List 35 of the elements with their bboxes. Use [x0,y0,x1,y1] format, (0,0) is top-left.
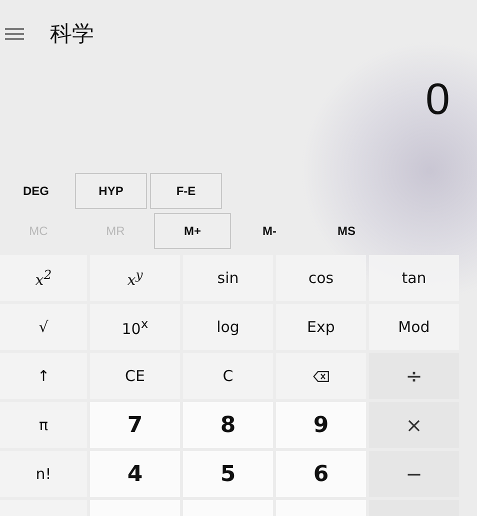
display-value: 0 [426,75,450,125]
calculator-key[interactable]: × [369,402,459,448]
memory-button[interactable]: MS [308,213,385,249]
calculator-key[interactable]: 8 [183,402,273,448]
memory-button[interactable]: M+ [154,213,231,249]
calculator-key[interactable]: ↑ [0,353,87,399]
mode-button[interactable]: HYP [75,173,147,209]
mode-title: 科学 [50,21,94,49]
calculator-key[interactable]: 5 [183,451,273,497]
calculator-key[interactable]: tan [369,255,459,301]
mode-button[interactable]: F-E [150,173,222,209]
calculator-key[interactable]: log [183,304,273,350]
calculator-key[interactable]: 10$^{x}$ [90,304,180,350]
calculator-key[interactable]: Exp [276,304,366,350]
backspace-icon [313,370,329,382]
calculator-key[interactable]: sin [183,255,273,301]
calculator-key[interactable]: n! [0,451,87,497]
calculator-key[interactable]: ÷ [369,353,459,399]
backspace-key[interactable] [276,353,366,399]
calculator-key[interactable]: 4 [90,451,180,497]
calculator-key[interactable]: C [183,353,273,399]
menu-icon[interactable] [5,28,24,40]
calculator-key[interactable]: π [0,402,87,448]
calculator-key[interactable]: Mod [369,304,459,350]
mode-button[interactable]: DEG [0,173,72,209]
calculator-key[interactable]: cos [276,255,366,301]
calculator-key[interactable]: x$^{y}$ [90,255,180,301]
calculator-key[interactable]: x$^{2}$ [0,255,87,301]
calculator-key[interactable]: CE [90,353,180,399]
calculator-key[interactable]: − [369,451,459,497]
calculator-key[interactable]: 7 [90,402,180,448]
calculator-key[interactable]: 6 [276,451,366,497]
calculator-key[interactable]: √ [0,304,87,350]
calculator-key[interactable]: 9 [276,402,366,448]
memory-button[interactable]: M- [231,213,308,249]
